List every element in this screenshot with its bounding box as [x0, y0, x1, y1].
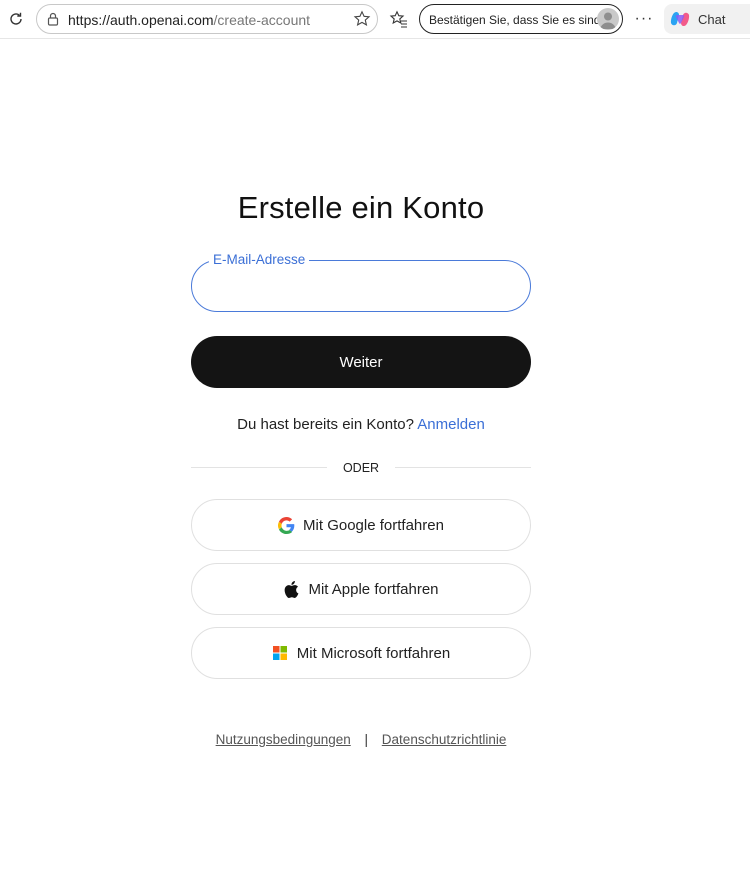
divider-left	[191, 467, 327, 468]
email-field-group: E-Mail-Adresse	[191, 252, 531, 312]
favorites-icon[interactable]	[388, 8, 410, 30]
google-icon	[278, 516, 295, 534]
url-path: /create-account	[213, 12, 311, 28]
browser-toolbar: https://auth.openai.com/create-account B…	[0, 0, 750, 39]
star-icon[interactable]	[353, 10, 371, 28]
divider-right	[395, 467, 531, 468]
google-login-label: Mit Google fortfahren	[303, 516, 444, 534]
email-label: E-Mail-Adresse	[209, 252, 310, 267]
continue-button[interactable]: Weiter	[191, 336, 531, 388]
chat-button[interactable]: Chat	[664, 4, 750, 34]
address-bar[interactable]: https://auth.openai.com/create-account	[36, 4, 378, 34]
privacy-link[interactable]: Datenschutzrichtlinie	[382, 732, 507, 747]
more-menu-icon[interactable]: ···	[633, 8, 655, 30]
lock-icon[interactable]	[45, 11, 61, 27]
page-title: Erstelle ein Konto	[237, 190, 485, 225]
chat-label: Chat	[698, 12, 726, 27]
email-field[interactable]	[191, 260, 531, 312]
terms-link[interactable]: Nutzungsbedingungen	[216, 732, 351, 747]
footer-separator: |	[364, 732, 369, 747]
apple-login-label: Mit Apple fortfahren	[308, 580, 439, 598]
refresh-icon[interactable]	[4, 7, 28, 31]
login-link[interactable]: Anmelden	[417, 416, 485, 433]
copilot-icon	[670, 9, 690, 29]
profile-button[interactable]: Bestätigen Sie, dass Sie es sind	[419, 4, 623, 34]
microsoft-icon	[272, 645, 289, 662]
google-login-button[interactable]: Mit Google fortfahren	[191, 499, 531, 551]
footer-links: Nutzungsbedingungen | Datenschutzrichtli…	[0, 732, 722, 747]
apple-login-button[interactable]: Mit Apple fortfahren	[191, 563, 531, 615]
profile-text: Bestätigen Sie, dass Sie es sind	[429, 13, 601, 27]
divider-text: ODER	[342, 461, 380, 475]
have-account-text: Du hast bereits ein Konto?	[237, 416, 414, 433]
apple-icon	[283, 580, 300, 598]
url-text[interactable]: https://auth.openai.com/create-account	[68, 12, 310, 28]
url-host: https://auth.openai.com	[68, 12, 214, 28]
avatar	[597, 8, 619, 30]
login-prompt: Du hast bereits ein Konto? Anmelden	[0, 416, 722, 433]
microsoft-login-button[interactable]: Mit Microsoft fortfahren	[191, 627, 531, 679]
microsoft-login-label: Mit Microsoft fortfahren	[296, 644, 451, 662]
